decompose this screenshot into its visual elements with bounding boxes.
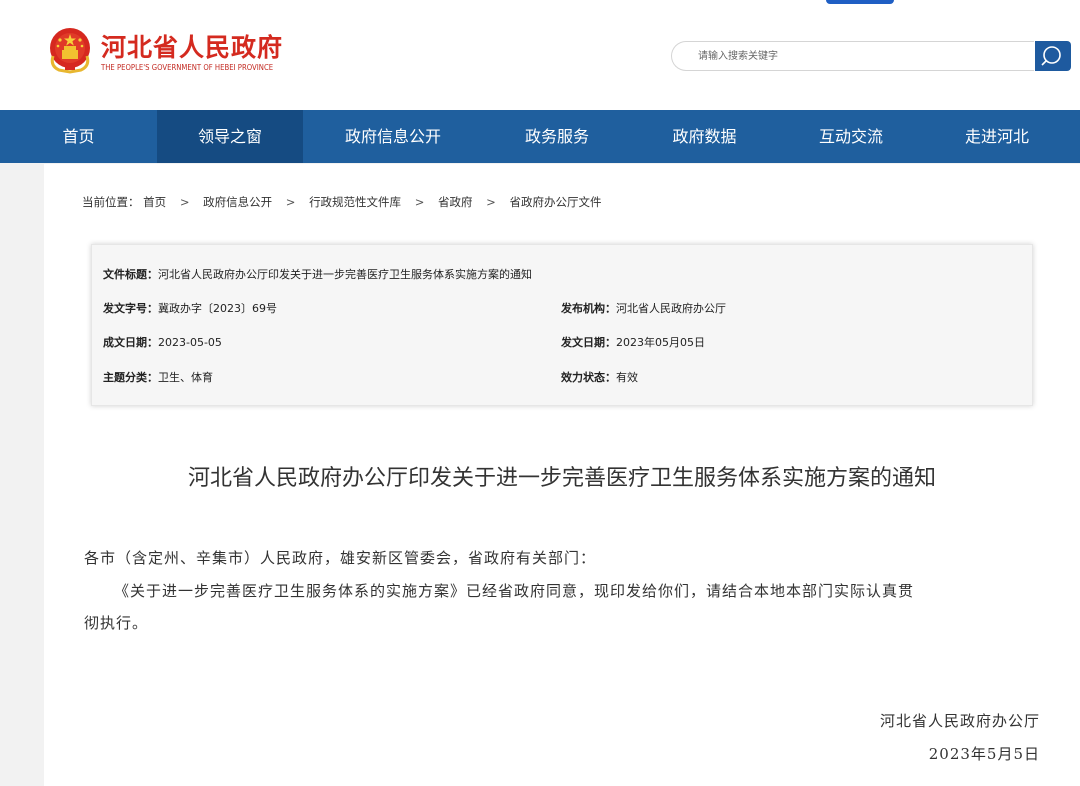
doc-topic-row: 主题分类：卫生、体育 [103,369,213,385]
doc-title-label: 文件标题： [103,268,158,281]
search-input[interactable] [671,41,1034,71]
doc-issue-date-label: 发文日期： [561,336,616,349]
article-addressee: 各市（含定州、辛集市）人民政府，雄安新区管委会，省政府有关部门： [84,549,597,567]
breadcrumb-separator: > [179,195,190,209]
doc-status-value: 有效 [616,371,638,384]
breadcrumb-prefix: 当前位置： [82,195,140,209]
site-name-cn: 河北省人民政府 [101,33,284,62]
doc-number-label: 发文字号： [103,302,158,315]
nav-item-data[interactable]: 政府数据 [631,110,778,163]
doc-number-row: 发文字号：冀政办字〔2023〕69号 [103,300,277,316]
breadcrumb-separator: > [486,195,496,209]
top-badge[interactable] [826,0,894,4]
search-button[interactable] [1035,41,1071,71]
doc-topic-label: 主题分类： [103,371,158,384]
article-paragraph-line: 彻执行。 [84,614,149,632]
breadcrumb: 当前位置： 首页 > 政府信息公开 > 行政规范性文件库 > 省政府 > 省政府… [82,194,601,210]
national-emblem-icon [50,28,90,74]
doc-status-label: 效力状态： [561,371,616,384]
doc-issuer-value: 河北省人民政府办公厅 [616,302,726,315]
nav-item-info-disclosure[interactable]: 政府信息公开 [303,110,483,163]
search-icon [1041,46,1061,66]
nav-item-about-hebei[interactable]: 走进河北 [924,110,1070,163]
doc-issuer-label: 发布机构： [561,302,616,315]
doc-written-date-label: 成文日期： [103,336,158,349]
search-box [671,41,1071,71]
doc-issue-date-value: 2023年05月05日 [616,336,705,349]
breadcrumb-item-normative-docs[interactable]: 行政规范性文件库 [309,194,401,210]
doc-issuer-row: 发布机构：河北省人民政府办公厅 [561,300,726,316]
article-date: 2023年5月5日 [928,745,1040,763]
doc-topic-value: 卫生、体育 [158,371,213,384]
doc-title-row: 文件标题：河北省人民政府办公厅印发关于进一步完善医疗卫生服务体系实施方案的通知 [103,266,532,282]
site-header: 河北省人民政府 THE PEOPLE'S GOVERNMENT OF HEBEI… [0,0,1080,110]
breadcrumb-item-office-docs[interactable]: 省政府办公厅文件 [509,194,601,210]
document-info-panel: 文件标题：河北省人民政府办公厅印发关于进一步完善医疗卫生服务体系实施方案的通知 … [91,244,1033,406]
main-nav: 首页 领导之窗 政府信息公开 政务服务 政府数据 互动交流 走进河北 [0,110,1080,163]
doc-number-value: 冀政办字〔2023〕69号 [158,302,277,315]
breadcrumb-item-info-disclosure[interactable]: 政府信息公开 [203,194,272,210]
doc-status-row: 效力状态：有效 [561,369,638,385]
doc-title-value: 河北省人民政府办公厅印发关于进一步完善医疗卫生服务体系实施方案的通知 [158,268,532,281]
article-paragraph-line: 《关于进一步完善医疗卫生服务体系的实施方案》已经省政府同意，现印发给你们，请结合… [114,582,915,600]
doc-written-date-row: 成文日期：2023-05-05 [103,334,222,350]
content-area: 当前位置： 首页 > 政府信息公开 > 行政规范性文件库 > 省政府 > 省政府… [44,164,1080,786]
nav-item-home[interactable]: 首页 [0,110,157,163]
nav-item-leaders[interactable]: 领导之窗 [157,110,303,163]
breadcrumb-separator: > [414,195,425,209]
article-signer: 河北省人民政府办公厅 [879,712,1040,730]
nav-item-interaction[interactable]: 互动交流 [778,110,924,163]
breadcrumb-item-provincial-gov[interactable]: 省政府 [438,194,473,210]
breadcrumb-separator: > [285,195,296,209]
doc-written-date-value: 2023-05-05 [158,336,222,349]
article-title: 河北省人民政府办公厅印发关于进一步完善医疗卫生服务体系实施方案的通知 [187,466,936,491]
site-logo[interactable]: 河北省人民政府 THE PEOPLE'S GOVERNMENT OF HEBEI… [47,26,287,78]
nav-item-services[interactable]: 政务服务 [483,110,631,163]
breadcrumb-item-home[interactable]: 首页 [143,194,166,210]
site-name-en: THE PEOPLE'S GOVERNMENT OF HEBEI PROVINC… [101,63,274,72]
doc-issue-date-row: 发文日期：2023年05月05日 [561,334,705,350]
